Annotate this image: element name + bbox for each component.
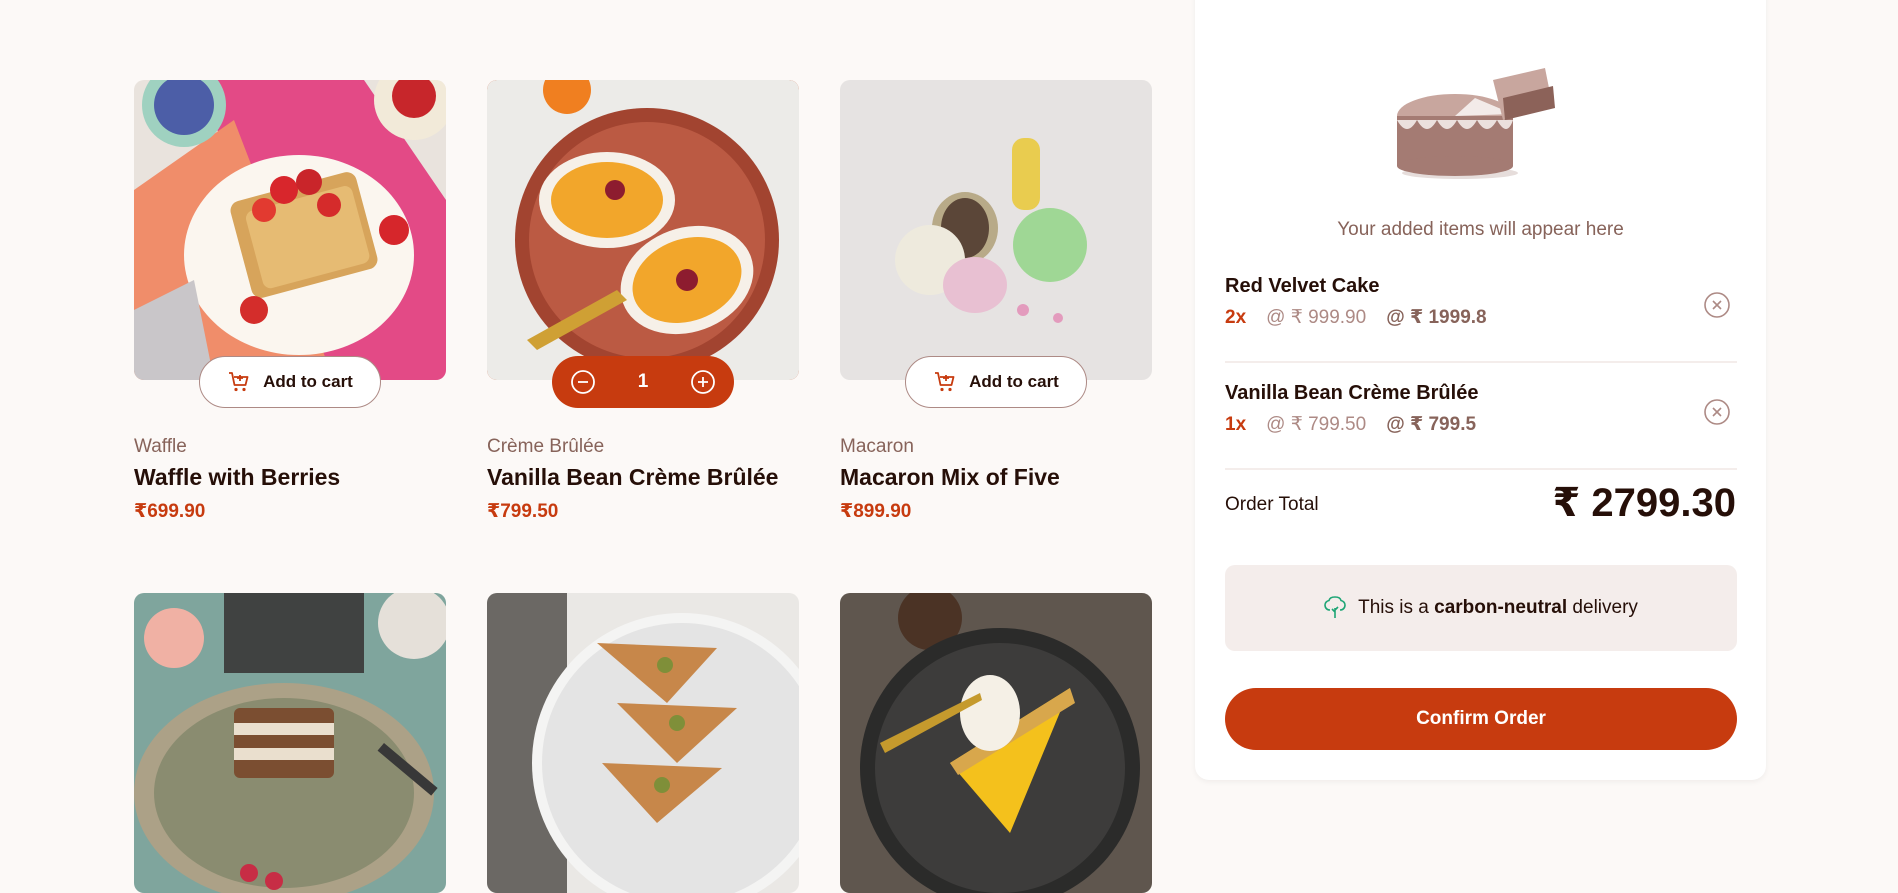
product-name: Vanilla Bean Crème Brûlée (487, 464, 779, 490)
product-name: Macaron Mix of Five (840, 464, 1060, 490)
cart-panel: Your added items will appear here Red Ve… (1195, 0, 1766, 780)
cart-item: Red Velvet Cake 2x @ ₹ 999.90 @ ₹ 1999.8 (1225, 275, 1737, 363)
carbon-bold: carbon-neutral (1434, 597, 1568, 618)
order-total-label: Order Total (1225, 494, 1319, 515)
product-card-tiramisu (134, 593, 446, 893)
carbon-text: This is a carbon-neutral delivery (1358, 597, 1638, 619)
product-image-pie (840, 593, 1152, 893)
add-to-cart-label: Add to cart (263, 372, 353, 391)
product-card-waffle: Add to cart Waffle Waffle with Berries ₹… (134, 80, 446, 522)
cart-item-total: @ ₹ 1999.8 (1386, 307, 1487, 328)
cart-item-name: Red Velvet Cake (1225, 275, 1380, 297)
product-image-baklava (487, 593, 799, 893)
product-price: ₹899.90 (840, 501, 912, 522)
product-image-waffle (134, 80, 446, 380)
cart-item-name: Vanilla Bean Crème Brûlée (1225, 382, 1479, 404)
add-to-cart-button[interactable]: Add to cart (199, 356, 381, 408)
quantity-stepper[interactable]: 1 (552, 356, 734, 408)
add-to-cart-icon (229, 372, 249, 392)
add-to-cart-label: Add to cart (969, 372, 1059, 391)
order-total-value: ₹ 2799.30 (1552, 481, 1736, 525)
cart-item-details: 1x @ ₹ 799.50 @ ₹ 799.5 (1225, 413, 1476, 436)
empty-cart-message: Your added items will appear here (1337, 219, 1624, 240)
product-card-creme-brulee: 1 Crème Brûlée Vanilla Bean Crème Brûlée… (487, 80, 799, 522)
product-category: Waffle (134, 436, 187, 457)
product-image-macaron (840, 80, 1152, 380)
remove-circle-icon[interactable] (1703, 398, 1731, 426)
product-card-pie (840, 593, 1152, 893)
product-name: Waffle with Berries (134, 464, 341, 490)
add-to-cart-button[interactable]: Add to cart (905, 356, 1087, 408)
cart-item-qty: 2x (1225, 306, 1247, 328)
cart-item: Vanilla Bean Crème Brûlée 1x @ ₹ 799.50 … (1225, 382, 1737, 470)
product-card-baklava (487, 593, 799, 893)
cart-item-unit-price: @ ₹ 799.50 (1266, 414, 1367, 435)
minus-circle-icon (571, 370, 595, 394)
cart-item-total: @ ₹ 799.5 (1386, 414, 1477, 435)
product-category: Crème Brûlée (487, 436, 605, 457)
product-category: Macaron (840, 436, 914, 457)
empty-cart-cake-illustration (1397, 68, 1555, 179)
product-image-tiramisu (134, 593, 446, 893)
product-image-creme-brulee (487, 80, 799, 380)
product-price: ₹799.50 (487, 501, 559, 522)
quantity-value: 1 (637, 371, 649, 392)
cart-item-details: 2x @ ₹ 999.90 @ ₹ 1999.8 (1225, 306, 1487, 329)
add-to-cart-icon (935, 372, 955, 392)
product-price: ₹699.90 (134, 501, 206, 522)
tree-icon (1324, 596, 1346, 618)
cart-item-unit-price: @ ₹ 999.90 (1266, 307, 1367, 328)
product-card-macaron: Add to cart Macaron Macaron Mix of Five … (840, 80, 1152, 522)
carbon-prefix: This is a (1358, 597, 1435, 618)
remove-circle-icon[interactable] (1703, 291, 1731, 319)
cart-item-qty: 1x (1225, 413, 1247, 435)
carbon-suffix: delivery (1567, 597, 1638, 618)
carbon-neutral-notice: This is a carbon-neutral delivery (1225, 565, 1737, 651)
decrement-button[interactable] (570, 369, 596, 395)
confirm-order-button[interactable]: Confirm Order (1225, 688, 1737, 750)
increment-button[interactable] (690, 369, 716, 395)
plus-circle-icon (691, 370, 715, 394)
